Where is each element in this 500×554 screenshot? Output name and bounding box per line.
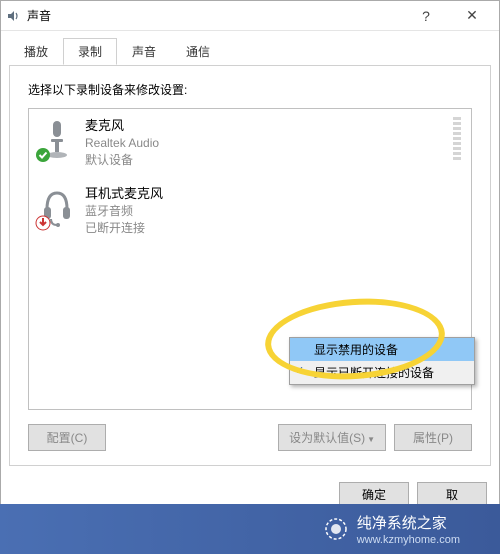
device-title: 麦克风 [85, 117, 447, 135]
set-default-label: 设为默认值(S) [289, 431, 365, 445]
watermark-banner: 纯净系统之家 www.kzmyhome.com [0, 504, 500, 554]
device-item[interactable]: 麦克风 Realtek Audio 默认设备 [29, 109, 471, 177]
window-title: 声音 [27, 7, 403, 24]
tab-playback[interactable]: 播放 [9, 38, 63, 65]
menu-show-disconnected[interactable]: ✓ 显示已断开连接的设备 [290, 361, 474, 384]
brand-url: www.kzmyhome.com [357, 534, 460, 546]
titlebar: 声音 ? ✕ [1, 1, 499, 31]
configure-button[interactable]: 配置(C) [28, 424, 106, 451]
brand-name: 纯净系统之家 [357, 512, 447, 533]
content-area: 播放 录制 声音 通信 选择以下录制设备来修改设置: [1, 31, 499, 474]
device-status: 默认设备 [85, 152, 447, 169]
tab-sounds[interactable]: 声音 [117, 38, 171, 65]
menu-show-disabled[interactable]: 显示禁用的设备 [290, 338, 474, 361]
context-menu: 显示禁用的设备 ✓ 显示已断开连接的设备 [289, 337, 475, 385]
set-default-button[interactable]: 设为默认值(S)▼ [278, 424, 386, 451]
device-list[interactable]: 麦克风 Realtek Audio 默认设备 [28, 108, 472, 410]
sound-icon [5, 8, 21, 24]
help-button[interactable]: ? [403, 1, 449, 31]
brand-logo-icon [325, 518, 347, 540]
properties-button[interactable]: 属性(P) [394, 424, 472, 451]
device-status: 已断开连接 [85, 220, 461, 237]
recording-panel: 选择以下录制设备来修改设置: [9, 65, 491, 466]
check-icon: ✓ [295, 364, 304, 377]
microphone-icon [39, 117, 75, 161]
chevron-down-icon: ▼ [367, 435, 375, 444]
close-button[interactable]: ✕ [449, 1, 495, 31]
panel-button-row: 配置(C) 设为默认值(S)▼ 属性(P) [28, 424, 472, 451]
tab-communications[interactable]: 通信 [171, 38, 225, 65]
device-subtitle: Realtek Audio [85, 135, 447, 152]
sound-dialog: 声音 ? ✕ 播放 录制 声音 通信 选择以下录制设备来修改设置: [0, 0, 500, 516]
panel-instruction: 选择以下录制设备来修改设置: [28, 81, 472, 98]
menu-item-label: 显示已断开连接的设备 [314, 364, 434, 381]
device-item[interactable]: 耳机式麦克风 蓝牙音频 已断开连接 [29, 177, 471, 245]
brand-text: 纯净系统之家 www.kzmyhome.com [357, 512, 460, 546]
headset-icon [39, 185, 75, 229]
device-text: 耳机式麦克风 蓝牙音频 已断开连接 [85, 185, 461, 237]
device-text: 麦克风 Realtek Audio 默认设备 [85, 117, 447, 169]
tab-recording[interactable]: 录制 [63, 38, 117, 65]
menu-item-label: 显示禁用的设备 [314, 341, 398, 358]
level-meter [453, 117, 461, 161]
device-subtitle: 蓝牙音频 [85, 203, 461, 220]
device-title: 耳机式麦克风 [85, 185, 461, 203]
tab-bar: 播放 录制 声音 通信 [9, 38, 491, 66]
